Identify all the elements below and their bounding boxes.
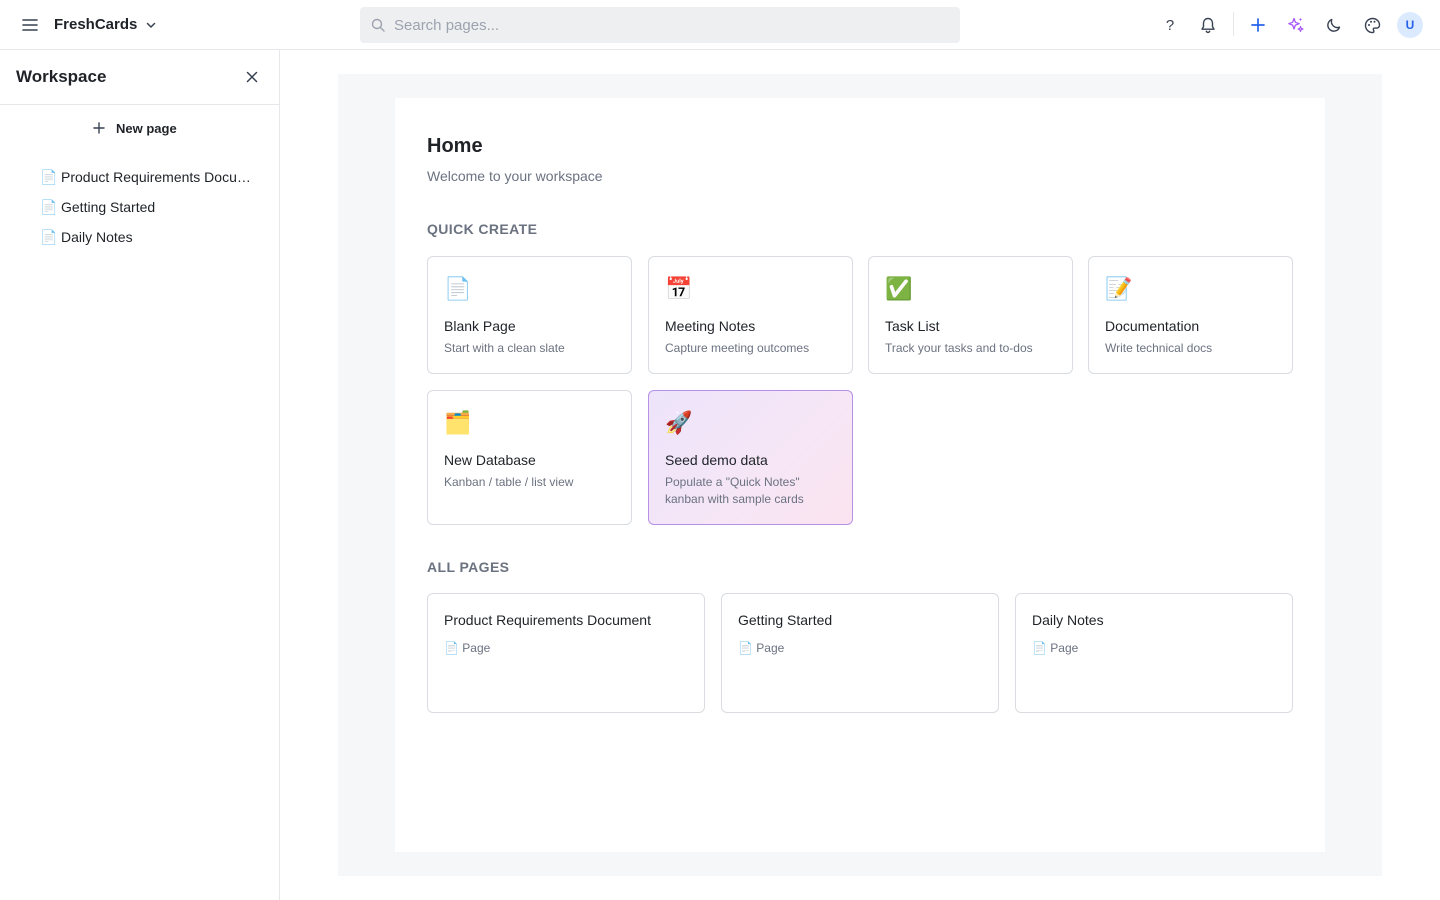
quick-create-new-database[interactable]: 🗂️ New Database Kanban / table / list vi… <box>427 390 632 525</box>
quick-create-name: Seed demo data <box>665 452 768 468</box>
page-card-title: Daily Notes <box>1032 612 1104 628</box>
plus-icon <box>1251 18 1265 32</box>
page-card-type: 📄 Page <box>444 641 490 655</box>
quick-create-meeting-notes[interactable]: 📅 Meeting Notes Capture meeting outcomes <box>648 256 853 374</box>
document-icon: 📄 <box>444 641 459 655</box>
card-index-dividers-icon: 🗂️ <box>444 410 472 435</box>
seed-demo-data-button[interactable]: 🚀 Seed demo data Populate a "Quick Notes… <box>648 390 853 525</box>
user-avatar[interactable]: U <box>1397 12 1423 38</box>
quick-create-description: Write technical docs <box>1105 341 1213 355</box>
calendar-icon: 📅 <box>665 276 693 301</box>
new-page-button[interactable]: New page <box>92 117 177 139</box>
toolbar-divider <box>1233 12 1234 36</box>
sidebar-page-daily-notes[interactable]: 📄 Daily Notes <box>40 222 262 252</box>
sidebar-page-label: Daily Notes <box>61 229 133 245</box>
page-type-label: Page <box>1050 641 1079 655</box>
sidebar-page-label: Product Requirements Document <box>61 169 261 185</box>
dark-mode-toggle[interactable] <box>1321 12 1347 38</box>
new-page-label: New page <box>116 120 177 136</box>
page-card-daily-notes[interactable]: Daily Notes 📄 Page <box>1015 593 1293 713</box>
quick-create-description: Populate a "Quick Notes" kanban with sam… <box>665 475 804 506</box>
document-icon: 📄 <box>40 198 58 215</box>
page-card-title: Product Requirements Document <box>444 612 651 628</box>
workspace-name[interactable]: FreshCards <box>54 15 137 35</box>
page-card-type: 📄 Page <box>738 641 784 655</box>
quick-create-heading: QUICK CREATE <box>427 221 538 237</box>
sidebar-header: Workspace <box>0 50 279 105</box>
document-icon: 📄 <box>40 228 58 245</box>
page-type-label: Page <box>462 641 491 655</box>
quick-create-description: Start with a clean slate <box>444 341 565 355</box>
page-subtitle: Welcome to your workspace <box>427 168 603 184</box>
page-title: Home <box>427 135 483 157</box>
search-input[interactable] <box>394 16 954 34</box>
create-button[interactable] <box>1245 12 1271 38</box>
quick-create-description: Capture meeting outcomes <box>665 341 810 355</box>
page-type-label: Page <box>756 641 785 655</box>
search-icon <box>370 17 386 33</box>
close-icon <box>246 71 258 83</box>
page-card-getting-started[interactable]: Getting Started 📄 Page <box>721 593 999 713</box>
sidebar-page-label: Getting Started <box>61 199 156 215</box>
quick-create-name: New Database <box>444 452 536 468</box>
search-bar[interactable] <box>360 7 960 43</box>
document-icon: 📄 <box>444 276 472 301</box>
sidebar: Workspace New page 📄 Product Requirement… <box>0 50 280 900</box>
page-card-product-requirements[interactable]: Product Requirements Document 📄 Page <box>427 593 705 713</box>
chevron-down-icon <box>146 22 156 28</box>
help-icon: ? <box>1165 16 1175 34</box>
quick-create-description: Track your tasks and to-dos <box>885 341 1033 355</box>
quick-create-name: Task List <box>885 318 940 334</box>
memo-icon: 📝 <box>1105 276 1133 301</box>
close-sidebar-button[interactable] <box>241 66 263 88</box>
quick-create-description: Kanban / table / list view <box>444 475 574 489</box>
sparkles-icon <box>1288 17 1304 33</box>
home-panel: Home Welcome to your workspace QUICK CRE… <box>395 98 1325 852</box>
check-mark-icon: ✅ <box>885 276 913 301</box>
theme-button[interactable] <box>1359 12 1385 38</box>
document-icon: 📄 <box>738 641 753 655</box>
ai-assistant-button[interactable] <box>1283 12 1309 38</box>
sidebar-page-product-requirements[interactable]: 📄 Product Requirements Document <box>40 162 262 192</box>
quick-create-documentation[interactable]: 📝 Documentation Write technical docs <box>1088 256 1293 374</box>
rocket-icon: 🚀 <box>665 410 693 435</box>
page-card-title: Getting Started <box>738 612 833 628</box>
document-icon: 📄 <box>1032 641 1047 655</box>
quick-create-blank-page[interactable]: 📄 Blank Page Start with a clean slate <box>427 256 632 374</box>
page-tree: 📄 Product Requirements Document 📄 Gettin… <box>40 162 262 252</box>
quick-create-name: Blank Page <box>444 318 516 334</box>
page-card-type: 📄 Page <box>1032 641 1078 655</box>
bell-icon <box>1201 17 1215 33</box>
quick-create-task-list[interactable]: ✅ Task List Track your tasks and to-dos <box>868 256 1073 374</box>
quick-create-name: Documentation <box>1105 318 1200 334</box>
all-pages-heading: ALL PAGES <box>427 559 510 575</box>
hamburger-menu-icon <box>22 19 38 31</box>
top-bar: FreshCards ? <box>0 0 1440 50</box>
moon-icon <box>1327 18 1341 32</box>
menu-button[interactable] <box>18 13 42 37</box>
document-icon: 📄 <box>40 168 58 185</box>
notifications-button[interactable] <box>1195 12 1221 38</box>
plus-icon <box>92 121 106 135</box>
sidebar-title: Workspace <box>16 67 107 86</box>
palette-icon <box>1364 17 1380 33</box>
sidebar-page-getting-started[interactable]: 📄 Getting Started <box>40 192 262 222</box>
workspace-switcher-button[interactable] <box>142 16 160 34</box>
quick-create-name: Meeting Notes <box>665 318 756 334</box>
help-button[interactable]: ? <box>1157 12 1183 38</box>
